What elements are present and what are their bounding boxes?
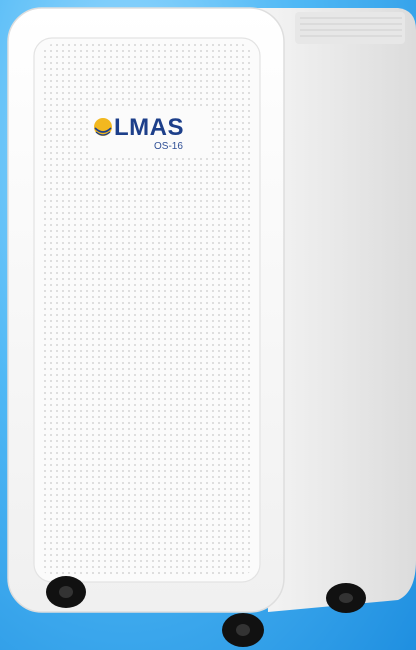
brand-logo: LMAS OS-16 [96,116,216,162]
product-scene: LMAS OS-16 [0,0,416,650]
top-vent [295,12,405,44]
dehumidifier-illustration [7,7,416,647]
model-label: OS-16 [154,141,183,152]
brand-name: LMAS [114,114,184,141]
